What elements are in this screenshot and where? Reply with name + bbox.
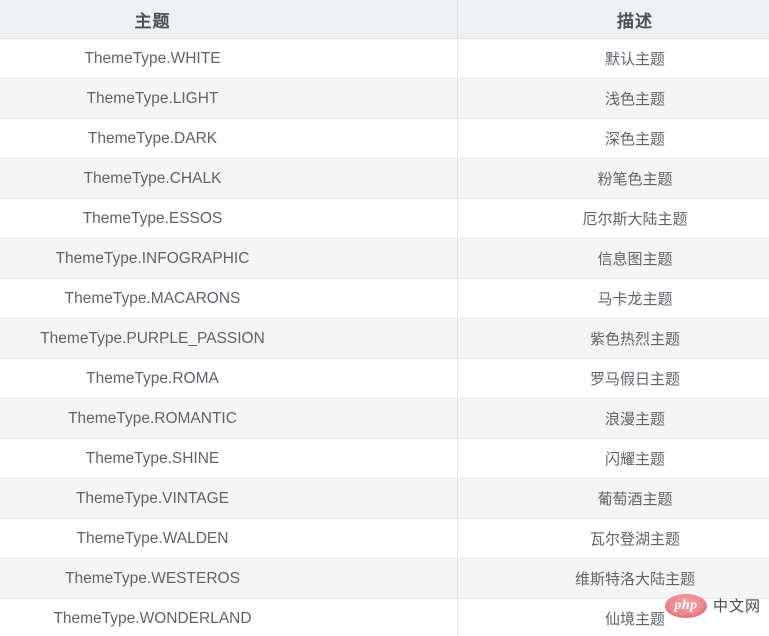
table-header-row: 主题 描述 bbox=[0, 0, 769, 39]
table-row: ThemeType.ESSOS 厄尔斯大陆主题 bbox=[0, 198, 769, 239]
table-row: ThemeType.SHINE 闪耀主题 bbox=[0, 438, 769, 479]
cell-description-label: 仙境主题 bbox=[604, 611, 665, 628]
cell-theme-label: ThemeType.SHINE bbox=[85, 449, 220, 467]
cell-description: 仙境主题 bbox=[457, 598, 769, 636]
cell-description-label: 紫色热烈主题 bbox=[589, 331, 680, 348]
table-row: ThemeType.INFOGRAPHIC 信息图主题 bbox=[0, 238, 769, 279]
cell-theme-label: ThemeType.PURPLE_PASSION bbox=[40, 329, 265, 347]
cell-theme: ThemeType.MACARONS bbox=[0, 278, 458, 319]
cell-theme: ThemeType.INFOGRAPHIC bbox=[0, 238, 458, 279]
cell-theme: ThemeType.ESSOS bbox=[0, 198, 458, 239]
table-row: ThemeType.DARK 深色主题 bbox=[0, 118, 769, 159]
cell-description-label: 信息图主题 bbox=[597, 251, 673, 268]
cell-theme-label: ThemeType.WONDERLAND bbox=[53, 609, 252, 627]
cell-theme: ThemeType.PURPLE_PASSION bbox=[0, 318, 458, 359]
cell-description-label: 厄尔斯大陆主题 bbox=[582, 211, 688, 228]
cell-description-label: 罗马假日主题 bbox=[589, 371, 680, 388]
cell-description: 瓦尔登湖主题 bbox=[457, 518, 769, 559]
cell-description: 厄尔斯大陆主题 bbox=[457, 198, 769, 239]
table-row: ThemeType.VINTAGE 葡萄酒主题 bbox=[0, 478, 769, 519]
cell-description: 紫色热烈主题 bbox=[457, 318, 769, 359]
cell-theme-label: ThemeType.DARK bbox=[87, 129, 218, 147]
table-row: ThemeType.ROMA 罗马假日主题 bbox=[0, 358, 769, 399]
table-row: ThemeType.ROMANTIC 浪漫主题 bbox=[0, 398, 769, 439]
cell-description-label: 闪耀主题 bbox=[604, 451, 665, 468]
cell-description: 深色主题 bbox=[457, 118, 769, 159]
column-header-desc: 描述 bbox=[457, 0, 769, 39]
cell-theme: ThemeType.ROMA bbox=[0, 358, 458, 399]
cell-theme: ThemeType.WHITE bbox=[0, 38, 458, 79]
table-row: ThemeType.MACARONS 马卡龙主题 bbox=[0, 278, 769, 319]
theme-type-table: 主题 描述 ThemeType.WHITE 默认主题 ThemeType.LIGHT… bbox=[0, 0, 769, 636]
cell-theme-label: ThemeType.LIGHT bbox=[86, 89, 219, 107]
cell-theme-label: ThemeType.ROMANTIC bbox=[68, 409, 237, 427]
cell-theme: ThemeType.LIGHT bbox=[0, 78, 458, 119]
cell-description-label: 维斯特洛大陆主题 bbox=[574, 571, 695, 588]
cell-description: 罗马假日主题 bbox=[457, 358, 769, 399]
cell-description: 粉笔色主题 bbox=[457, 158, 769, 199]
cell-description: 浅色主题 bbox=[457, 78, 769, 119]
cell-theme: ThemeType.WESTEROS bbox=[0, 558, 458, 599]
cell-theme-label: ThemeType.ESSOS bbox=[82, 209, 223, 227]
cell-description: 信息图主题 bbox=[457, 238, 769, 279]
cell-description: 马卡龙主题 bbox=[457, 278, 769, 319]
cell-theme: ThemeType.SHINE bbox=[0, 438, 458, 479]
cell-description-label: 瓦尔登湖主题 bbox=[589, 531, 680, 548]
table-row: ThemeType.WONDERLAND 仙境主题 bbox=[0, 598, 769, 636]
cell-description-label: 浅色主题 bbox=[604, 91, 665, 108]
cell-description: 默认主题 bbox=[457, 38, 769, 79]
cell-theme-label: ThemeType.VINTAGE bbox=[75, 489, 230, 507]
cell-theme-label: ThemeType.ROMA bbox=[86, 369, 219, 387]
cell-description-label: 默认主题 bbox=[604, 51, 665, 68]
table-row: ThemeType.LIGHT 浅色主题 bbox=[0, 78, 769, 119]
cell-theme-label: ThemeType.MACARONS bbox=[64, 289, 241, 307]
cell-description-label: 葡萄酒主题 bbox=[597, 491, 673, 508]
cell-theme: ThemeType.WALDEN bbox=[0, 518, 458, 559]
table-header: 主题 描述 bbox=[0, 0, 769, 39]
cell-theme-label: ThemeType.INFOGRAPHIC bbox=[55, 249, 250, 267]
cell-theme-label: ThemeType.WHITE bbox=[84, 49, 221, 67]
table-row: ThemeType.WALDEN 瓦尔登湖主题 bbox=[0, 518, 769, 559]
cell-theme: ThemeType.ROMANTIC bbox=[0, 398, 458, 439]
cell-description: 闪耀主题 bbox=[457, 438, 769, 479]
cell-description: 维斯特洛大陆主题 bbox=[457, 558, 769, 599]
cell-theme-label: ThemeType.WESTEROS bbox=[65, 569, 240, 587]
table-row: ThemeType.CHALK 粉笔色主题 bbox=[0, 158, 769, 199]
column-header-desc-label: 描述 bbox=[617, 11, 653, 31]
cell-theme: ThemeType.DARK bbox=[0, 118, 458, 159]
column-header-theme-label: 主题 bbox=[134, 11, 171, 31]
cell-theme-label: ThemeType.WALDEN bbox=[76, 529, 229, 547]
cell-theme: ThemeType.VINTAGE bbox=[0, 478, 458, 519]
table-row: ThemeType.PURPLE_PASSION 紫色热烈主题 bbox=[0, 318, 769, 359]
column-header-theme: 主题 bbox=[0, 0, 458, 39]
table-row: ThemeType.WHITE 默认主题 bbox=[0, 38, 769, 79]
cell-description: 浪漫主题 bbox=[457, 398, 769, 439]
table-row: ThemeType.WESTEROS 维斯特洛大陆主题 bbox=[0, 558, 769, 599]
cell-description-label: 深色主题 bbox=[604, 131, 665, 148]
cell-description-label: 浪漫主题 bbox=[604, 411, 665, 428]
cell-theme-label: ThemeType.CHALK bbox=[83, 169, 222, 187]
cell-description-label: 粉笔色主题 bbox=[597, 171, 673, 188]
cell-description: 葡萄酒主题 bbox=[457, 478, 769, 519]
table-body: ThemeType.WHITE 默认主题 ThemeType.LIGHT 浅色主题 Th… bbox=[0, 38, 769, 636]
table-container: 主题 描述 ThemeType.WHITE 默认主题 ThemeType.LIGHT… bbox=[0, 0, 769, 636]
cell-description-label: 马卡龙主题 bbox=[597, 291, 673, 308]
cell-theme: ThemeType.CHALK bbox=[0, 158, 458, 199]
cell-theme: ThemeType.WONDERLAND bbox=[0, 598, 458, 636]
